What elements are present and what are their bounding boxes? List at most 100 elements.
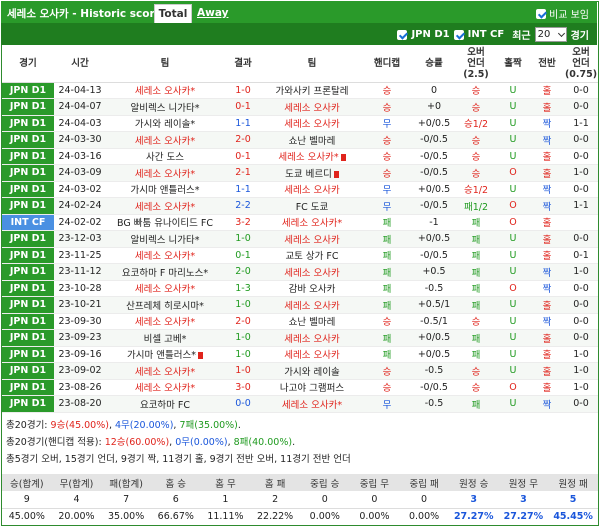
competition-badge[interactable]: JPN D1 [2,329,54,347]
table-row[interactable]: JPN D1 23-10-28 세레소 오사카* 1-3 감바 오사카 패 -0.5 패 O 짝 0… [2,280,598,297]
home-team[interactable]: 요코하마 F 마리노스* [106,263,224,281]
home-team[interactable]: 알비렉스 니가타* [106,230,224,248]
match-score[interactable]: 1-3 [224,280,262,297]
home-team[interactable]: 세레소 오사카* [106,362,224,380]
match-score[interactable]: 2-2 [224,197,262,215]
competition-badge[interactable]: JPN D1 [2,247,54,264]
home-team[interactable]: 산프레체 히로시마* [106,296,224,314]
away-team[interactable]: 가와사키 프론탈레 [262,82,362,99]
match-score[interactable]: 0-1 [224,148,262,165]
table-row[interactable]: JPN D1 23-09-02 세레소 오사카* 1-0 가시와 레이솔 승 -0.5 승 U 홀… [2,362,598,380]
away-team[interactable]: 세레소 오사카 [262,98,362,116]
away-team[interactable]: 교토 상가 FC [262,247,362,264]
home-team[interactable]: 가시마 앤틀러스* [106,346,224,363]
competition-badge[interactable]: JPN D1 [2,346,54,363]
away-team[interactable]: 세레소 오사카 [262,263,362,281]
away-team[interactable]: 세레소 오사카 [262,346,362,363]
competition-badge[interactable]: JPN D1 [2,395,54,413]
table-row[interactable]: JPN D1 23-09-23 비셀 고베* 1-0 세레소 오사카 패 +0/0.5 패 U 홀… [2,329,598,347]
table-row[interactable]: JPN D1 24-04-13 세레소 오사카* 1-0 가와사키 프론탈레 승 0 승 U 홀 0… [2,82,598,99]
competition-badge[interactable]: JPN D1 [2,148,54,165]
match-score[interactable]: 1-0 [224,230,262,248]
table-row[interactable]: JPN D1 23-08-26 세레소 오사카* 3-0 나고야 그램퍼스 승 -0/0.5… [2,379,598,396]
table-row[interactable]: JPN D1 24-03-09 세레소 오사카* 2-1 도쿄 베르디 승 -0/0.5 승 O… [2,164,598,182]
away-team[interactable]: FC 도쿄 [262,197,362,215]
match-score[interactable]: 1-0 [224,329,262,347]
competition-badge[interactable]: JPN D1 [2,131,54,149]
competition-badge[interactable]: JPN D1 [2,98,54,116]
match-score[interactable]: 3-0 [224,379,262,396]
home-team[interactable]: 세레소 오사카* [106,247,224,264]
match-score[interactable]: 1-0 [224,346,262,363]
away-team[interactable]: 나고야 그램퍼스 [262,379,362,396]
home-team[interactable]: 사간 도스 [106,148,224,165]
competition-badge[interactable]: JPN D1 [2,280,54,297]
competition-badge[interactable]: JPN D1 [2,313,54,330]
match-score[interactable]: 2-0 [224,263,262,281]
recent-count-select[interactable]: 20 [534,27,567,42]
match-score[interactable]: 1-0 [224,296,262,314]
home-team[interactable]: 알비렉스 니가타* [106,98,224,116]
away-team[interactable]: 세레소 오사카 [262,230,362,248]
table-row[interactable]: JPN D1 24-03-02 가시마 앤틀러스* 1-1 세레소 오사카 무 +0/0.5… [2,181,598,198]
table-row[interactable]: INT CF 24-02-02 BG 빠툼 유나이티드 FC 3-2 세레소 오사카* 패… [2,214,598,231]
competition-badge[interactable]: JPN D1 [2,263,54,281]
home-team[interactable]: 세레소 오사카* [106,379,224,396]
competition-badge[interactable]: JPN D1 [2,164,54,182]
competition-badge[interactable]: INT CF [2,214,54,231]
competition-badge[interactable]: JPN D1 [2,362,54,380]
away-team[interactable]: 세레소 오사카 [262,329,362,347]
match-score[interactable]: 0-1 [224,247,262,264]
table-row[interactable]: JPN D1 24-03-16 사간 도스 0-1 세레소 오사카* 승 -0/0.5 승 U 홀… [2,148,598,165]
match-score[interactable]: 2-0 [224,313,262,330]
jpn-d1-checkbox[interactable] [397,29,408,40]
table-row[interactable]: JPN D1 23-11-25 세레소 오사카* 0-1 교토 상가 FC 패 -0/0.5… [2,247,598,264]
match-score[interactable]: 1-0 [224,362,262,380]
away-team[interactable]: 세레소 오사카 [262,181,362,198]
home-team[interactable]: 세레소 오사카* [106,164,224,182]
table-row[interactable]: JPN D1 23-12-03 알비렉스 니가타* 1-0 세레소 오사카 패 +0/0.5… [2,230,598,248]
table-row[interactable]: JPN D1 23-08-20 요코하마 FC 0-0 세레소 오사카* 무 -0.5 패 U 짝… [2,395,598,413]
home-team[interactable]: 세레소 오사카* [106,197,224,215]
tab-away[interactable]: Away [197,4,228,23]
away-team[interactable]: 세레소 오사카 [262,115,362,132]
match-score[interactable]: 3-2 [224,214,262,231]
away-team[interactable]: 쇼난 벨마레 [262,313,362,330]
home-team[interactable]: 세레소 오사카* [106,313,224,330]
int-cf-checkbox[interactable] [453,29,464,40]
home-team[interactable]: 세레소 오사카* [106,280,224,297]
competition-badge[interactable]: JPN D1 [2,379,54,396]
match-score[interactable]: 1-0 [224,82,262,99]
table-row[interactable]: JPN D1 23-09-30 세레소 오사카* 2-0 쇼난 벨마레 승 -0.5/1 승 U… [2,313,598,330]
competition-badge[interactable]: JPN D1 [2,296,54,314]
away-team[interactable]: 세레소 오사카* [262,214,362,231]
competition-badge[interactable]: JPN D1 [2,197,54,215]
compare-checkbox[interactable] [536,8,547,19]
home-team[interactable]: 세레소 오사카* [106,131,224,149]
away-team[interactable]: 도쿄 베르디 [262,164,362,182]
competition-badge[interactable]: JPN D1 [2,181,54,198]
home-team[interactable]: 요코하마 FC [106,395,224,413]
competition-badge[interactable]: JPN D1 [2,115,54,132]
table-row[interactable]: JPN D1 24-04-07 알비렉스 니가타* 0-1 세레소 오사카 승 +0 승 U 홀 0… [2,98,598,116]
away-team[interactable]: 가시와 레이솔 [262,362,362,380]
match-score[interactable]: 2-0 [224,131,262,149]
competition-badge[interactable]: JPN D1 [2,82,54,99]
table-row[interactable]: JPN D1 24-04-03 가시와 레이솔* 1-1 세레소 오사카 무 +0/0.5 승… [2,115,598,132]
match-score[interactable]: 1-1 [224,115,262,132]
away-team[interactable]: 세레소 오사카* [262,148,362,165]
away-team[interactable]: 세레소 오사카* [262,395,362,413]
home-team[interactable]: 비셀 고베* [106,329,224,347]
table-row[interactable]: JPN D1 23-10-21 산프레체 히로시마* 1-0 세레소 오사카 패 +0.5/… [2,296,598,314]
away-team[interactable]: 감바 오사카 [262,280,362,297]
away-team[interactable]: 쇼난 벨마레 [262,131,362,149]
table-row[interactable]: JPN D1 23-11-12 요코하마 F 마리노스* 2-0 세레소 오사카 패 +0.… [2,263,598,281]
tab-total[interactable]: Total [154,4,192,23]
table-row[interactable]: JPN D1 23-09-16 가시마 앤틀러스* 1-0 세레소 오사카 패 +0/0.5… [2,346,598,363]
table-row[interactable]: JPN D1 24-02-24 세레소 오사카* 2-2 FC 도쿄 무 -0/0.5 패1/… [2,197,598,215]
away-team[interactable]: 세레소 오사카 [262,296,362,314]
match-score[interactable]: 0-1 [224,98,262,116]
table-row[interactable]: JPN D1 24-03-30 세레소 오사카* 2-0 쇼난 벨마레 승 -0/0.5 승 U… [2,131,598,149]
match-score[interactable]: 1-1 [224,181,262,198]
competition-badge[interactable]: JPN D1 [2,230,54,248]
